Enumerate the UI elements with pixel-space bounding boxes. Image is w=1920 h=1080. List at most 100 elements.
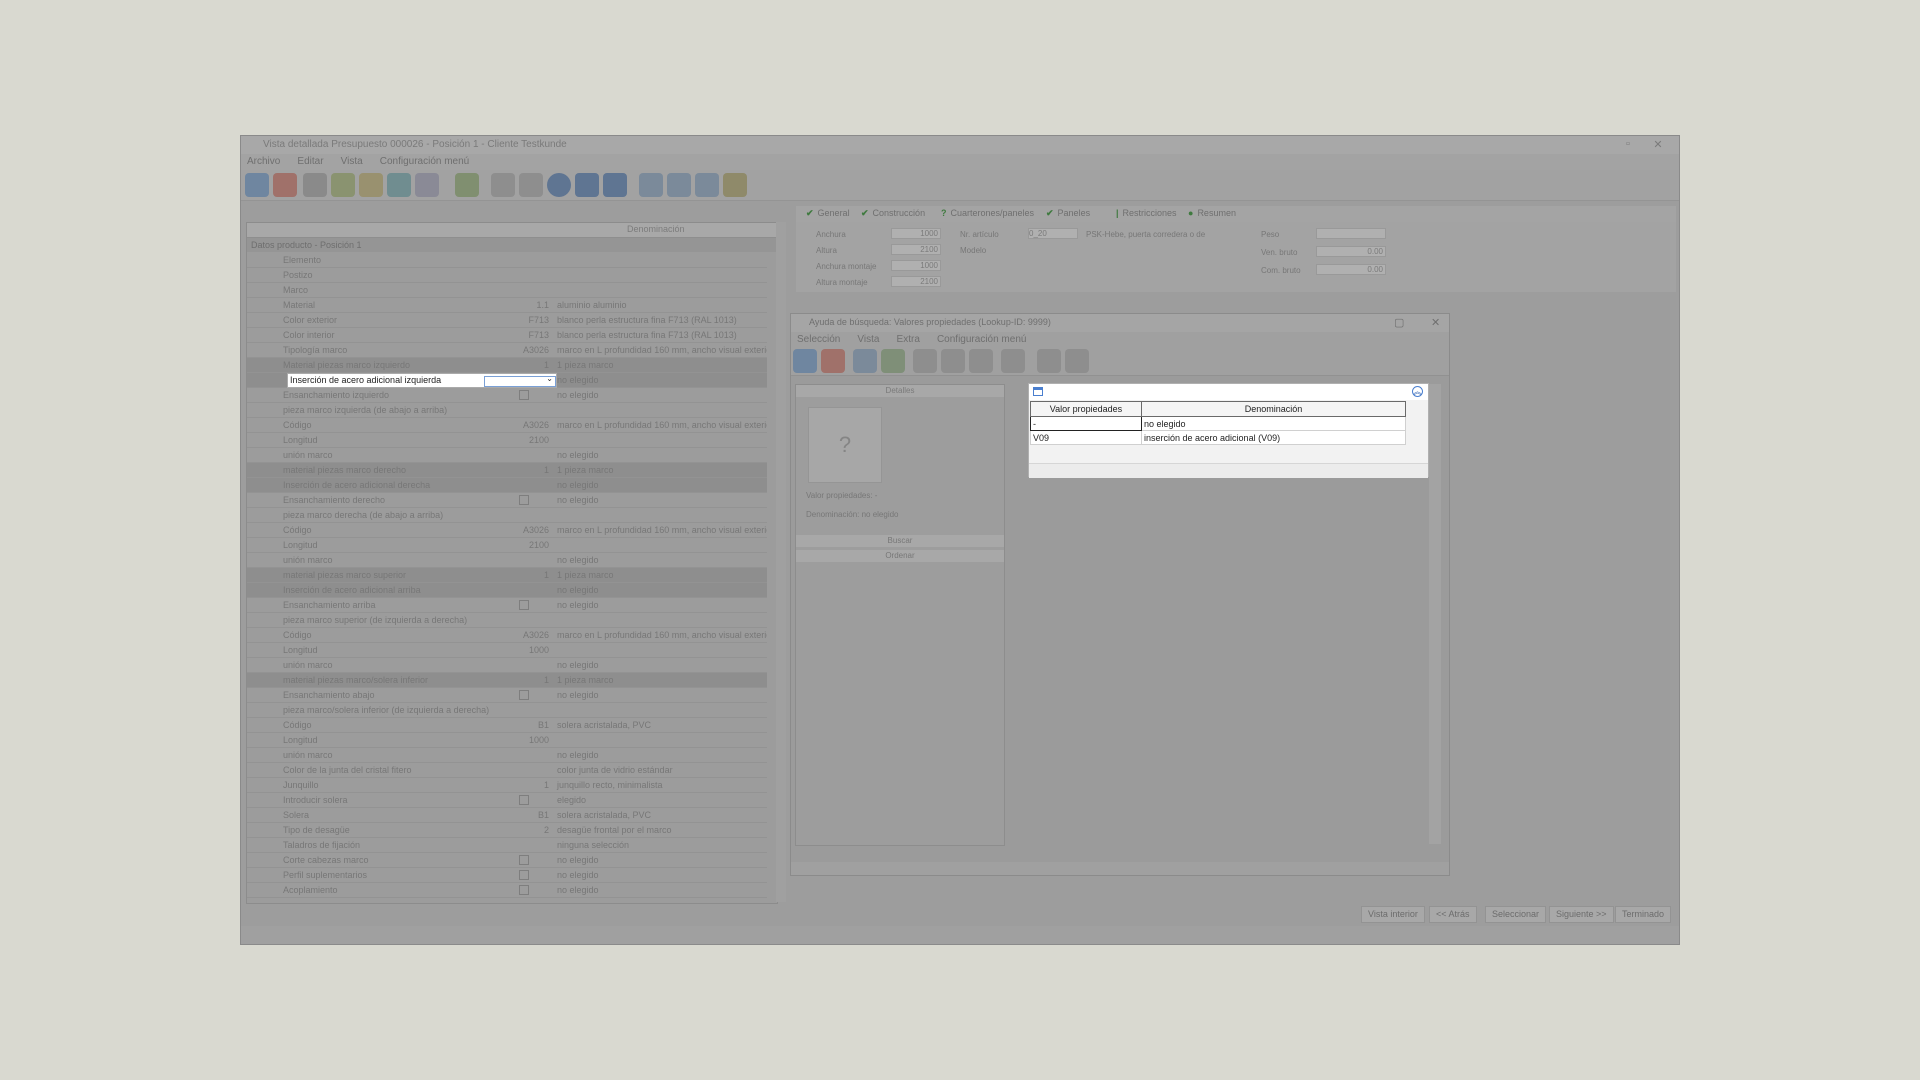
grid-row[interactable]: Longitud 2100 — [247, 538, 767, 553]
tab-restricciones[interactable]: | Restricciones — [1116, 208, 1177, 218]
grid-row[interactable]: Corte cabezas marco no elegido — [247, 853, 767, 868]
tree-icon[interactable] — [455, 173, 479, 197]
grid-row[interactable]: Código A3026 marco en L profundidad 160 mm… — [247, 418, 767, 433]
settings-icon[interactable] — [793, 349, 817, 373]
checkbox[interactable] — [519, 855, 529, 865]
first-record-icon[interactable] — [491, 173, 515, 197]
grid-scrollbar[interactable] — [776, 222, 786, 902]
buscar-section[interactable]: Buscar — [796, 535, 1004, 547]
grid-row[interactable]: Junquillo 1 junquillo recto, minimalista — [247, 778, 767, 793]
menu-vista[interactable]: Vista — [341, 154, 363, 170]
bracket-icon[interactable] — [941, 349, 965, 373]
menu-archivo[interactable]: Archivo — [247, 154, 280, 170]
grid-row[interactable]: material piezas marco superior 1 1 pieza m… — [247, 568, 767, 583]
record-icon[interactable] — [547, 173, 571, 197]
undo-icon[interactable] — [969, 349, 993, 373]
grid-row[interactable]: pieza marco/solera inferior (de izquierd… — [247, 703, 767, 718]
tab-general[interactable]: ✔ General — [806, 208, 850, 219]
menu-configuracion[interactable]: Configuración menú — [380, 154, 470, 170]
key-icon[interactable] — [723, 173, 747, 197]
grid-row[interactable]: unión marco no elegido — [247, 658, 767, 673]
grid-row[interactable]: Perfil suplementarios no elegido — [247, 868, 767, 883]
grid-row[interactable]: Material 1.1 aluminio aluminio — [247, 298, 767, 313]
column-denominacion[interactable]: Denominación — [1141, 401, 1406, 417]
menu-seleccion[interactable]: Selección — [797, 332, 840, 348]
grid-row[interactable]: Tipología marco A3026 marco en L profundid… — [247, 343, 767, 358]
grid-row[interactable]: Taladros de fijación ninguna selección — [247, 838, 767, 853]
grid-row[interactable]: Longitud 1000 — [247, 733, 767, 748]
altura-montaje-field[interactable]: 2100 — [891, 276, 941, 287]
siguiente-button[interactable]: Siguiente >> — [1549, 906, 1614, 923]
edit-row-combo[interactable]: ⌄ — [484, 374, 556, 387]
menu-configuracion[interactable]: Configuración menú — [937, 332, 1027, 348]
cell-valor[interactable]: - — [1030, 416, 1142, 431]
checkbox[interactable] — [519, 795, 529, 805]
close-icon[interactable]: ✕ — [1651, 138, 1665, 151]
grid-row[interactable]: unión marco no elegido — [247, 553, 767, 568]
grid-row[interactable]: Código B1 solera acristalada, PVC — [247, 718, 767, 733]
tab-resumen[interactable]: ● Resumen — [1188, 208, 1236, 218]
image-icon[interactable] — [881, 349, 905, 373]
star-icon[interactable] — [1037, 349, 1061, 373]
grid-row[interactable]: Longitud 2100 — [247, 433, 767, 448]
altura-field[interactable]: 2100 — [891, 244, 941, 255]
table-row[interactable]: V09 inserción de acero adicional (V09) — [1030, 430, 1406, 445]
checkbox[interactable] — [519, 870, 529, 880]
checkbox[interactable] — [519, 600, 529, 610]
grid-row[interactable]: pieza marco superior (de izquierda a der… — [247, 613, 767, 628]
table-row[interactable]: - no elegido — [1030, 416, 1406, 431]
edit-row-insercion-izquierda[interactable]: Inserción de acero adicional izquierda ⌄ — [287, 373, 557, 388]
menu-vista[interactable]: Vista — [857, 332, 879, 348]
window-icon[interactable] — [695, 173, 719, 197]
grid-row[interactable]: pieza marco izquierda (de abajo a arriba… — [247, 403, 767, 418]
grid-row[interactable]: Acoplamiento no elegido — [247, 883, 767, 898]
grid-row[interactable]: Color exterior F713 blanco perla estructur… — [247, 313, 767, 328]
next-record-icon[interactable] — [575, 173, 599, 197]
checkbox[interactable] — [519, 885, 529, 895]
grid-row[interactable]: unión marco no elegido — [247, 748, 767, 763]
pen-icon[interactable] — [1001, 349, 1025, 373]
grid-row[interactable]: Solera B1 solera acristalada, PVC — [247, 808, 767, 823]
grid-row[interactable]: Color interior F713 blanco perla estructur… — [247, 328, 767, 343]
page-icon[interactable] — [1065, 349, 1089, 373]
cell-denominacion[interactable]: no elegido — [1141, 416, 1406, 431]
grid-row[interactable]: material piezas marco derecho 1 1 pieza ma… — [247, 463, 767, 478]
articulo-field[interactable]: 0_20 — [1028, 228, 1078, 239]
grid-row[interactable]: pieza marco derecha (de abajo a arriba) — [247, 508, 767, 523]
grid-row[interactable]: unión marco no elegido — [247, 448, 767, 463]
terminado-button[interactable]: Terminado — [1615, 906, 1672, 923]
grid-row[interactable]: Código A3026 marco en L profundidad 160 mm… — [247, 628, 767, 643]
grid-row[interactable]: Código A3026 marco en L profundidad 160 mm… — [247, 523, 767, 538]
chart-icon[interactable] — [667, 173, 691, 197]
grid-row[interactable]: Ensanchamiento derecho no elegido — [247, 493, 767, 508]
prev-record-icon[interactable] — [519, 173, 543, 197]
checkbox[interactable] — [519, 495, 529, 505]
grid-row[interactable]: Inserción de acero adicional derecha no e… — [247, 478, 767, 493]
grid-row[interactable]: Longitud 1000 — [247, 643, 767, 658]
grid-row[interactable]: Color de la junta del cristal fitero colo… — [247, 763, 767, 778]
stop-icon[interactable] — [273, 173, 297, 197]
tools-icon[interactable] — [303, 173, 327, 197]
column-valor-propiedades[interactable]: Valor propiedades — [1030, 401, 1142, 417]
pencil-icon[interactable] — [359, 173, 383, 197]
tab-paneles[interactable]: ✔ Paneles — [1046, 208, 1090, 219]
tab-cuarterones[interactable]: ? Cuarterones/paneles — [941, 208, 1034, 218]
peso-field[interactable] — [1316, 228, 1386, 239]
cell-valor[interactable]: V09 — [1030, 430, 1142, 445]
close-icon[interactable]: ✕ — [1431, 316, 1440, 329]
seleccionar-button[interactable]: Seleccionar — [1485, 906, 1547, 923]
menu-extra[interactable]: Extra — [897, 332, 920, 348]
vista-interior-button[interactable]: Vista interior — [1361, 906, 1425, 923]
grid-row[interactable]: Inserción de acero adicional arriba no el… — [247, 583, 767, 598]
menu-editar[interactable]: Editar — [297, 154, 323, 170]
cell-denominacion[interactable]: inserción de acero adicional (V09) — [1141, 430, 1406, 445]
grid-row[interactable]: Postizo — [247, 268, 767, 283]
collapse-icon[interactable]: ︽ — [1412, 386, 1423, 397]
results-scrollbar[interactable] — [1429, 384, 1441, 844]
grid-row[interactable]: Ensanchamiento abajo no elegido — [247, 688, 767, 703]
minimize-icon[interactable]: ▫ — [1621, 138, 1635, 150]
chevron-down-icon[interactable]: ⌄ — [546, 374, 553, 383]
stop-icon[interactable] — [821, 349, 845, 373]
maximize-icon[interactable]: ▢ — [1394, 316, 1404, 329]
grid-row[interactable]: Ensanchamiento izquierdo no elegido — [247, 388, 767, 403]
